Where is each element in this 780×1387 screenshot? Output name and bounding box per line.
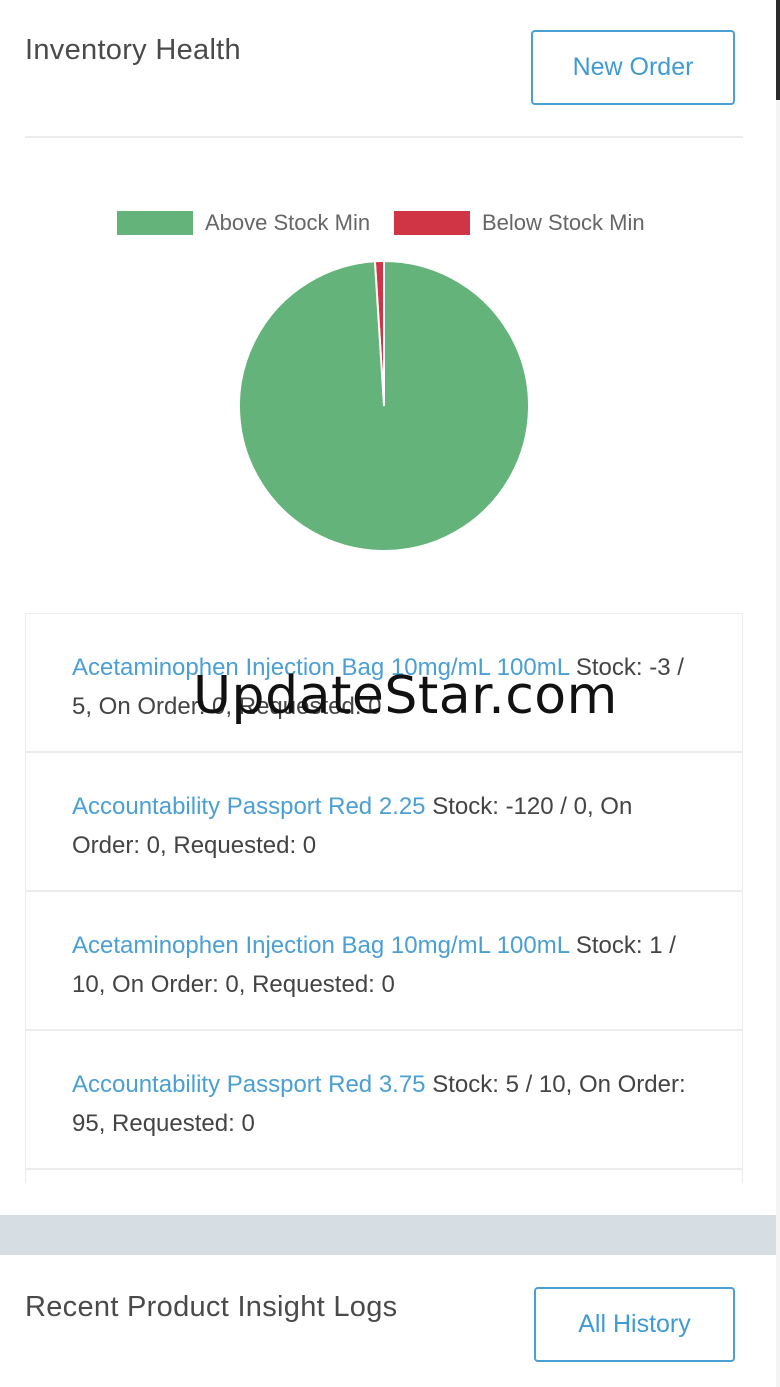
chart-legend: Above Stock Min Below Stock Min [0, 210, 776, 240]
all-history-button[interactable]: All History [534, 1287, 735, 1362]
legend-swatch-below [394, 211, 470, 235]
item-name-link[interactable]: Accountability Passport Red 3.75 [72, 1071, 426, 1098]
new-order-button[interactable]: New Order [531, 30, 735, 105]
inventory-pie-chart [238, 259, 530, 552]
item-name-link[interactable]: Acetaminophen Injection Bag 10mg/mL 100m… [72, 932, 569, 959]
watermark: UpdateStar.com [193, 666, 618, 726]
list-item[interactable]: Acetaminophen Injection Bag 10mg/mL 100m… [26, 892, 742, 1031]
pie-slice-above-stock-min[interactable] [238, 259, 530, 552]
list-item[interactable]: Accountability Passport Red 2.25 Stock: … [26, 753, 742, 892]
scrollbar-thumb[interactable] [776, 0, 780, 100]
legend-item-below[interactable]: Below Stock Min [394, 210, 645, 236]
legend-label-above: Above Stock Min [205, 210, 371, 235]
list-item[interactable] [26, 1170, 742, 1183]
legend-swatch-above [117, 211, 193, 235]
section-separator [0, 1215, 776, 1255]
item-name-link[interactable]: Accountability Passport Red 2.25 [72, 793, 426, 820]
list-item[interactable]: Accountability Passport Red 3.75 Stock: … [26, 1031, 742, 1170]
legend-label-below: Below Stock Min [482, 210, 645, 235]
legend-item-above[interactable]: Above Stock Min [117, 210, 370, 236]
inventory-health-title: Inventory Health [25, 34, 241, 66]
header-divider [25, 136, 743, 138]
scrollbar-track [776, 100, 780, 1387]
recent-logs-title: Recent Product Insight Logs [25, 1291, 398, 1323]
